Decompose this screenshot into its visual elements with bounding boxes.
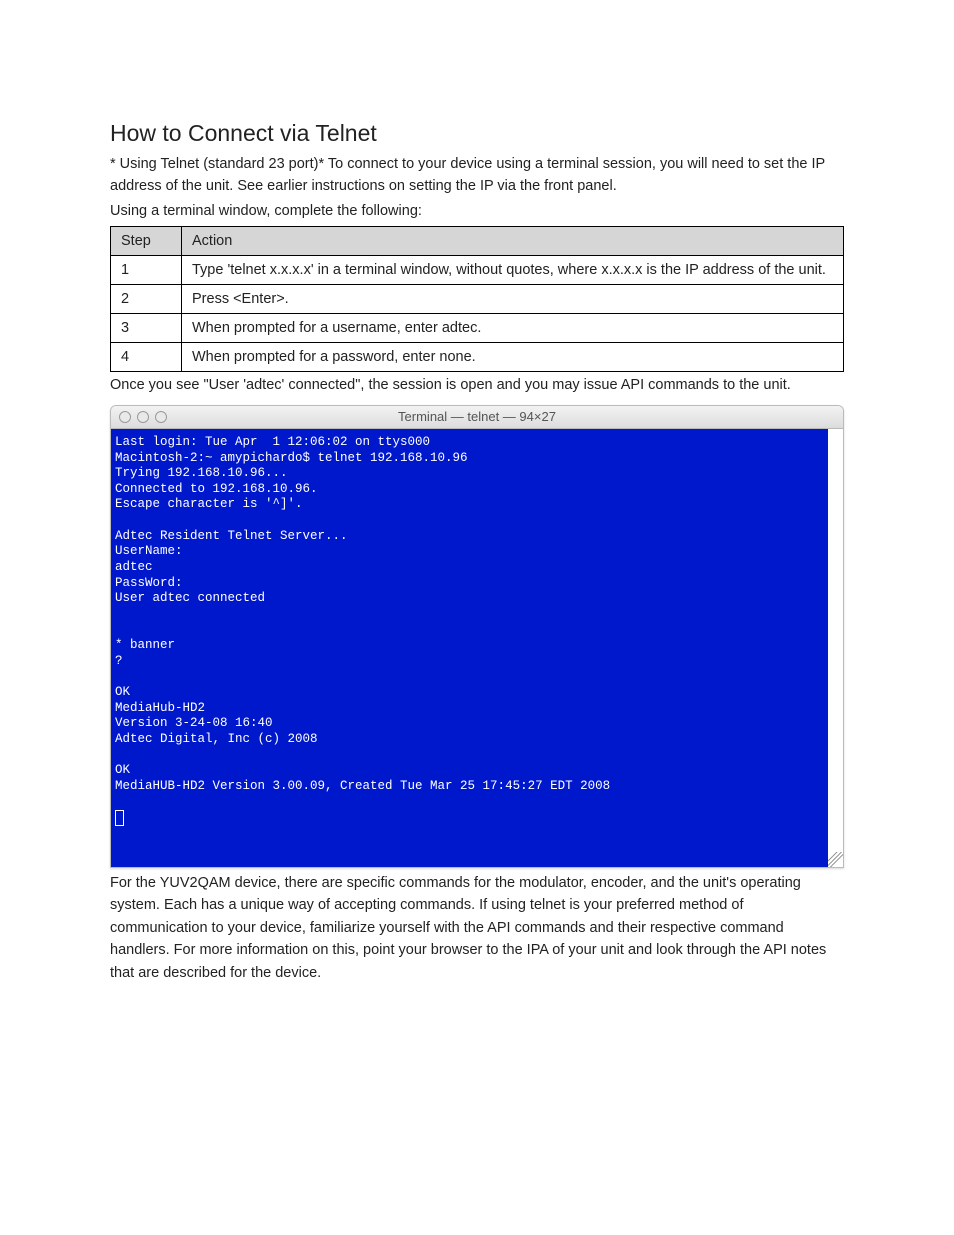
document-page: How to Connect via Telnet * Using Telnet… [0,0,954,1046]
table-header-row: Step Action [111,227,844,256]
steps-table: Step Action 1 Type 'telnet x.x.x.x' in a… [110,226,844,372]
table-row: 2 Press <Enter>. [111,285,844,314]
table-row: 4 When prompted for a password, enter no… [111,343,844,372]
terminal-text: Last login: Tue Apr 1 12:06:02 on ttys00… [115,435,610,793]
cursor-icon [115,810,124,826]
terminal-body-wrap: Last login: Tue Apr 1 12:06:02 on ttys00… [111,429,843,867]
intro-paragraph: * Using Telnet (standard 23 port)* To co… [110,153,844,198]
page-title: How to Connect via Telnet [110,120,844,147]
closing-paragraph: For the YUV2QAM device, there are specif… [110,872,844,984]
cell-action: Press <Enter>. [182,285,844,314]
scrollbar[interactable] [828,429,843,867]
cell-step: 3 [111,314,182,343]
terminal-output[interactable]: Last login: Tue Apr 1 12:06:02 on ttys00… [111,429,828,867]
intro-paragraph-2: Using a terminal window, complete the fo… [110,200,844,222]
terminal-window: Terminal — telnet — 94×27 Last login: Tu… [110,405,844,868]
terminal-titlebar: Terminal — telnet — 94×27 [111,406,843,429]
minimize-icon[interactable] [137,411,149,423]
cell-action: When prompted for a password, enter none… [182,343,844,372]
terminal-title: Terminal — telnet — 94×27 [111,409,843,424]
close-icon[interactable] [119,411,131,423]
cell-action: When prompted for a username, enter adte… [182,314,844,343]
cell-step: 4 [111,343,182,372]
table-row: 3 When prompted for a username, enter ad… [111,314,844,343]
zoom-icon[interactable] [155,411,167,423]
after-table-paragraph: Once you see "User 'adtec' connected", t… [110,374,844,396]
resize-handle-icon[interactable] [828,852,843,867]
cell-step: 1 [111,256,182,285]
traffic-light-buttons [111,411,167,423]
cell-action: Type 'telnet x.x.x.x' in a terminal wind… [182,256,844,285]
cell-step: 2 [111,285,182,314]
header-step: Step [111,227,182,256]
table-row: 1 Type 'telnet x.x.x.x' in a terminal wi… [111,256,844,285]
header-action: Action [182,227,844,256]
